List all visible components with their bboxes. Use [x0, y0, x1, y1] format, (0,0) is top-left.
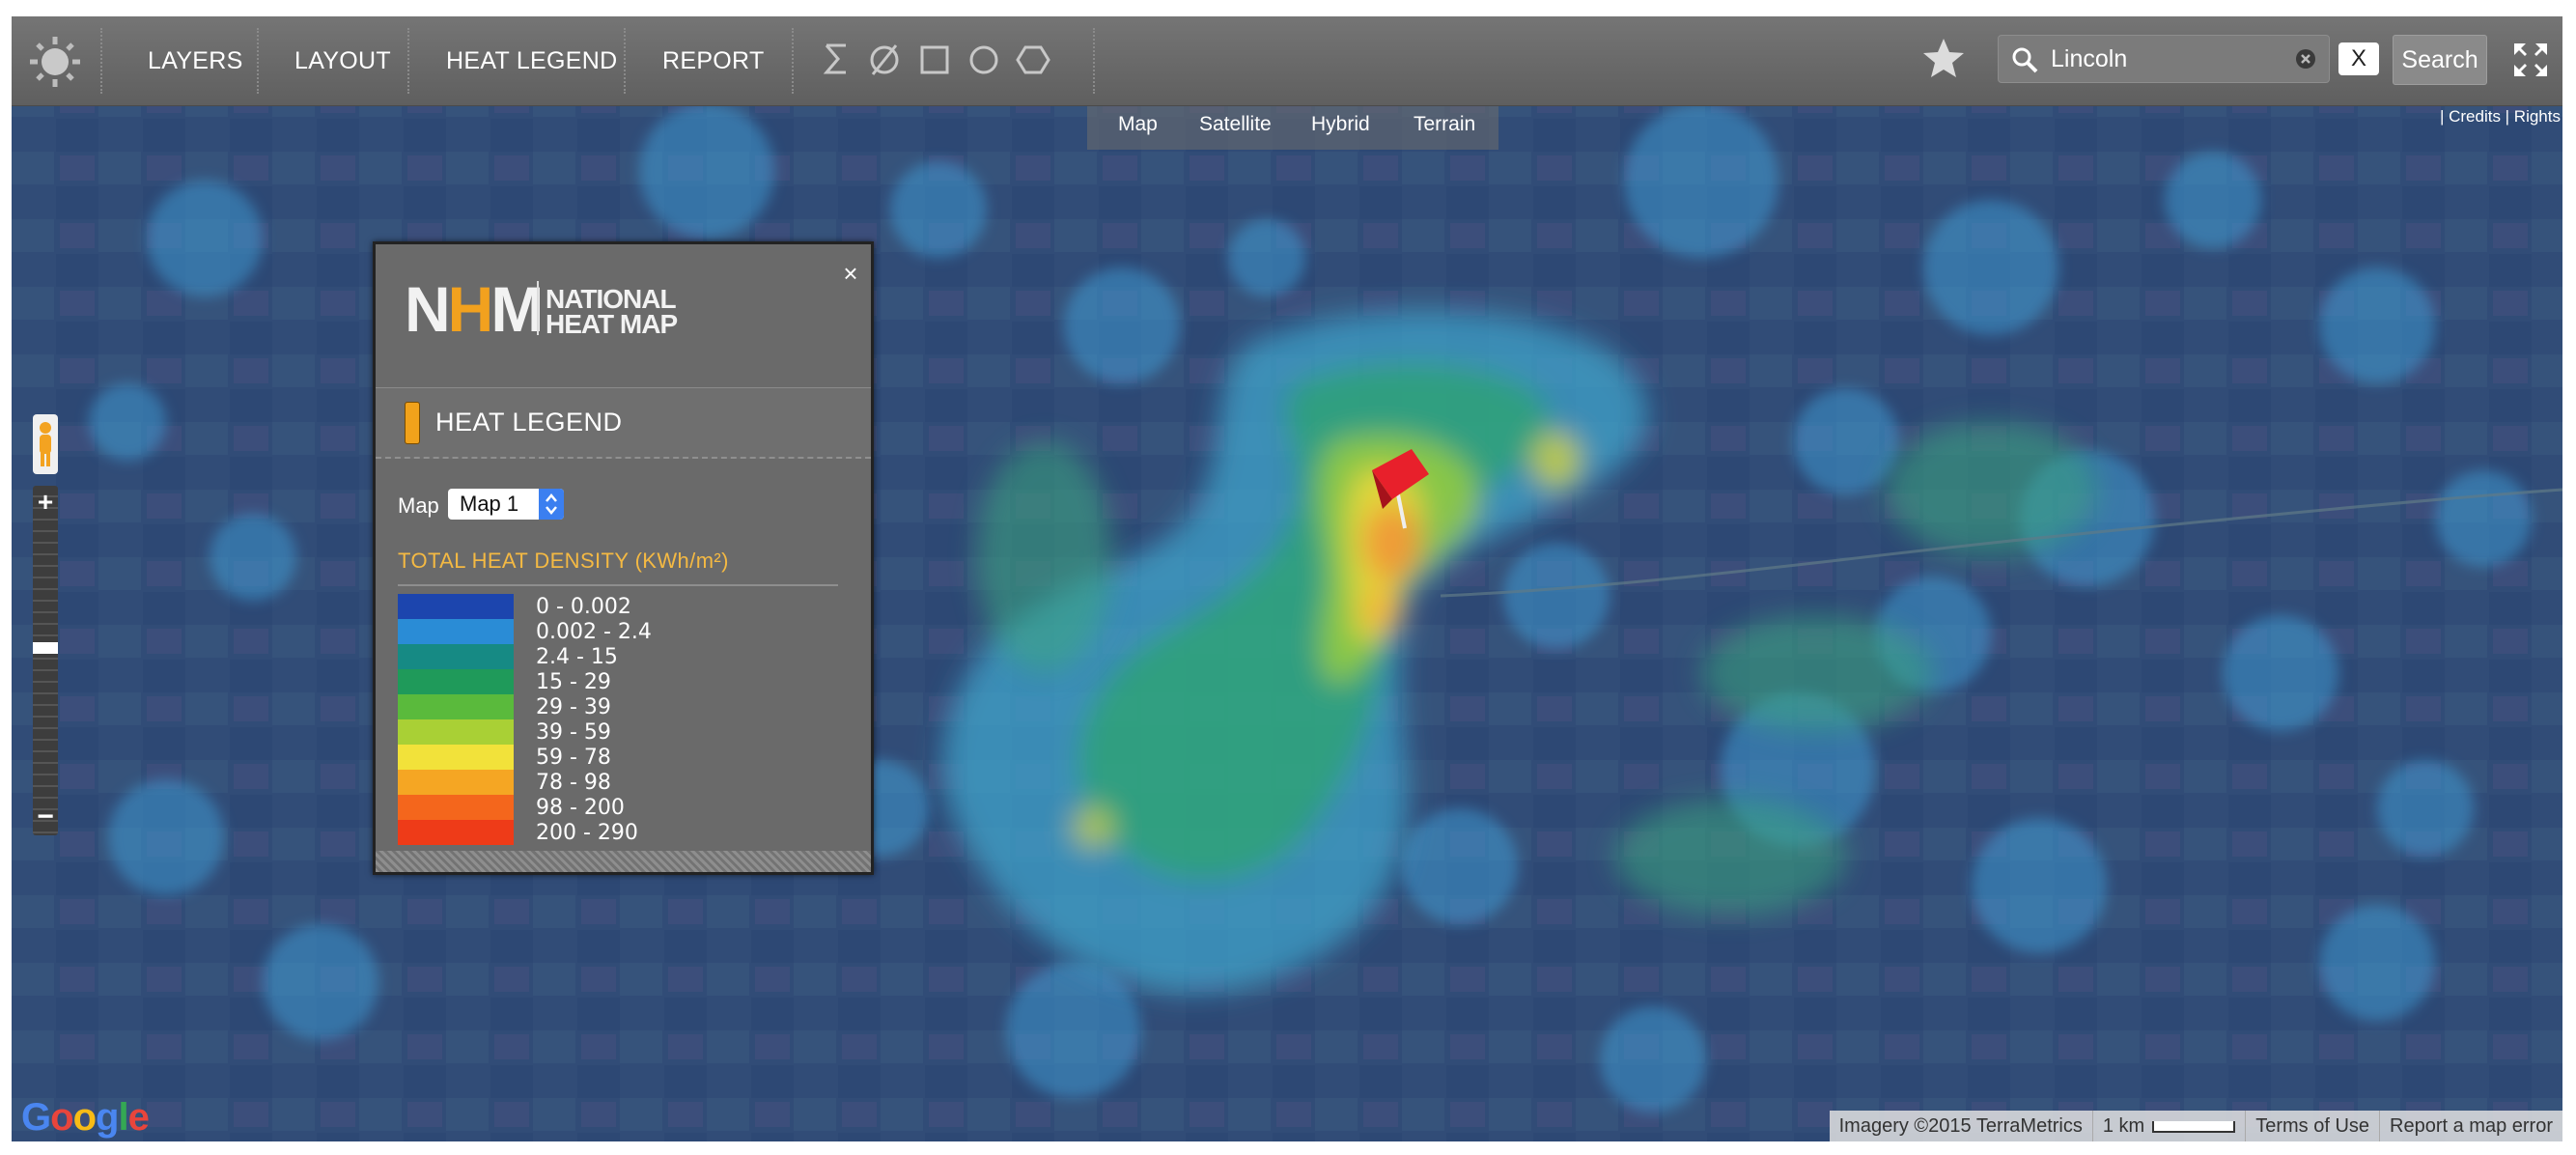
zoom-slider-handle[interactable]: [33, 642, 58, 654]
zoom-in-button[interactable]: +: [33, 486, 58, 519]
legend-range-label: 98 - 200: [536, 796, 625, 820]
map-type-satellite[interactable]: Satellite: [1199, 113, 1272, 136]
legend-color-swatch: [398, 745, 514, 770]
legend-range-label: 29 - 39: [536, 695, 611, 719]
zoom-slider[interactable]: + −: [33, 486, 58, 835]
legend-range-label: 200 - 290: [536, 821, 638, 845]
map-footer: Imagery ©2015 TerraMetrics 1 km Terms of…: [1829, 1111, 2562, 1141]
density-title: TOTAL HEAT DENSITY (KWh/m²): [398, 549, 729, 573]
legend-color-swatch: [398, 795, 514, 820]
toolbar-separator: [407, 28, 409, 94]
app-logo-icon[interactable]: [27, 34, 83, 90]
legend-range-label: 39 - 59: [536, 720, 611, 745]
map-application: LAYERS LAYOUT HEAT LEGEND REPORT Lincoln…: [12, 16, 2562, 1141]
legend-color-swatch: [398, 719, 514, 745]
close-legend-button[interactable]: ×: [838, 259, 863, 289]
search-button[interactable]: Search: [2393, 35, 2487, 85]
fullscreen-icon[interactable]: [2512, 42, 2549, 78]
legend-color-swatch: [398, 820, 514, 845]
legend-range-label: 59 - 78: [536, 746, 611, 770]
menu-report[interactable]: REPORT: [662, 43, 765, 78]
select-arrows-icon: [539, 489, 564, 520]
map-type-selector: Map Satellite Hybrid Terrain: [1087, 105, 1498, 150]
google-logo: Google: [21, 1096, 150, 1139]
legend-color-swatch: [398, 694, 514, 719]
menu-heat-legend[interactable]: HEAT LEGEND: [446, 43, 617, 78]
legend-row: 15 - 29: [398, 669, 842, 694]
map-select-label: Map: [398, 493, 439, 518]
map-type-map[interactable]: Map: [1118, 113, 1158, 136]
search-box: [1998, 35, 2330, 83]
legend-color-swatch: [398, 619, 514, 644]
legend-range-label: 78 - 98: [536, 771, 611, 795]
terms-of-use-link[interactable]: Terms of Use: [2245, 1111, 2379, 1141]
square-icon[interactable]: [915, 40, 954, 78]
top-toolbar: LAYERS LAYOUT HEAT LEGEND REPORT Lincoln…: [12, 16, 2562, 106]
toolbar-separator: [100, 28, 102, 94]
legend-color-swatch: [398, 644, 514, 669]
national-heat-map-logo: NHM NATIONAL HEAT MAP: [405, 273, 694, 345]
map-credits-link[interactable]: | Credits | Rights: [2440, 107, 2561, 127]
legend-row: 78 - 98: [398, 770, 842, 795]
sum-icon[interactable]: [817, 40, 855, 78]
legend-title: HEAT LEGEND: [435, 408, 623, 437]
circle-icon[interactable]: [965, 40, 1003, 78]
legend-row: 98 - 200: [398, 795, 842, 820]
street-view-pegman-icon[interactable]: [33, 414, 58, 474]
svg-text:NHM: NHM: [405, 273, 541, 343]
legend-range-label: 0 - 0.002: [536, 595, 631, 619]
legend-range-label: 15 - 29: [536, 670, 611, 694]
legend-row: 59 - 78: [398, 745, 842, 770]
toolbar-separator: [1093, 28, 1095, 94]
scale-label: 1 km: [2102, 1115, 2145, 1137]
legend-color-swatch: [398, 594, 514, 619]
map-type-hybrid[interactable]: Hybrid: [1311, 113, 1370, 136]
legend-row: 200 - 290: [398, 820, 842, 845]
imagery-attribution: Imagery ©2015 TerraMetrics: [1838, 1115, 2083, 1137]
scale-bar: [2152, 1120, 2236, 1133]
legend-range-label: 0.002 - 2.4: [536, 620, 652, 644]
toolbar-separator: [624, 28, 626, 94]
map-select-dropdown[interactable]: Map 1: [448, 489, 564, 520]
hexagon-icon[interactable]: [1014, 40, 1052, 78]
menu-layers[interactable]: LAYERS: [148, 43, 243, 78]
legend-row: 0.002 - 2.4: [398, 619, 842, 644]
legend-row: 29 - 39: [398, 694, 842, 719]
legend-color-swatch: [398, 669, 514, 694]
menu-layout[interactable]: LAYOUT: [294, 43, 391, 78]
legend-range-label: 2.4 - 15: [536, 645, 618, 669]
legend-resize-handle[interactable]: [376, 851, 871, 872]
search-input[interactable]: [2051, 42, 2282, 76]
report-map-error-link[interactable]: Report a map error: [2379, 1111, 2562, 1141]
legend-header: HEAT LEGEND: [376, 387, 871, 459]
legend-row: 39 - 59: [398, 719, 842, 745]
heat-legend-panel: × NHM NATIONAL HEAT MAP HEAT LEGEND Map …: [373, 241, 874, 875]
divider: [398, 584, 838, 586]
search-icon: [2010, 45, 2039, 74]
legend-color-swatch: [398, 770, 514, 795]
map-scale: 1 km: [2091, 1111, 2245, 1141]
svg-text:HEAT MAP: HEAT MAP: [546, 309, 677, 339]
close-search-button[interactable]: X: [2338, 42, 2379, 75]
map-type-terrain[interactable]: Terrain: [1414, 113, 1475, 136]
clear-search-icon[interactable]: [2294, 47, 2317, 70]
legend-row: 0 - 0.002: [398, 594, 842, 619]
legend-scale: 0 - 0.002 0.002 - 2.4 2.4 - 15 15 - 29 29 - …: [398, 594, 842, 845]
toolbar-separator: [257, 28, 259, 94]
zoom-out-button[interactable]: −: [33, 803, 58, 835]
legend-marker-icon: [405, 402, 420, 444]
legend-row: 2.4 - 15: [398, 644, 842, 669]
map-select-value: Map 1: [460, 492, 519, 516]
no-selection-icon[interactable]: [865, 40, 904, 78]
favorites-star-icon[interactable]: [1919, 34, 1968, 82]
toolbar-separator: [792, 28, 794, 94]
